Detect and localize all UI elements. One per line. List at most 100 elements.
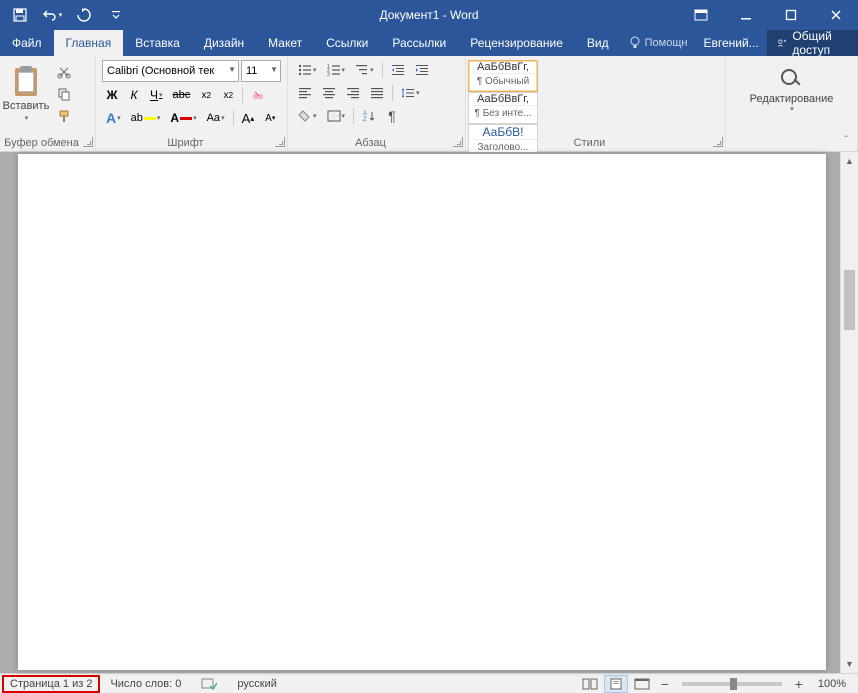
title-bar: ▾ Документ1 - Word [0,0,858,30]
share-button[interactable]: Общий доступ [767,30,858,56]
bullets-button[interactable]: ▾ [294,60,321,80]
group-styles-label: Стили [466,137,713,149]
scroll-down-button[interactable]: ▼ [841,655,858,673]
group-clipboard: Вставить ▾ Буфер обмена [0,56,96,151]
copy-button[interactable] [52,84,76,104]
read-mode-button[interactable] [578,675,602,693]
styles-dialog-launcher[interactable] [713,137,723,147]
tab-home[interactable]: Главная [54,30,124,56]
font-size-value: 11 [246,65,257,77]
vertical-scrollbar: ▲ ▼ [840,152,858,673]
font-color-button[interactable]: A▾ [166,108,200,128]
minimize-button[interactable] [723,0,768,30]
zoom-slider[interactable] [682,682,782,686]
multilevel-list-button[interactable]: ▾ [351,60,378,80]
grow-font-button[interactable]: A▴ [238,108,259,128]
language-status[interactable]: русский [227,674,286,693]
superscript-button[interactable]: x2 [218,85,238,105]
svg-text:3: 3 [327,72,330,76]
font-dialog-launcher[interactable] [275,137,285,147]
zoom-out-button[interactable]: − [656,675,674,693]
align-left-button[interactable] [294,83,316,103]
align-center-button[interactable] [318,83,340,103]
word-count-status[interactable]: Число слов: 0 [100,674,191,693]
style-name: ¶ Обычный [469,73,537,91]
align-right-button[interactable] [342,83,364,103]
strikethrough-button[interactable]: abc [169,85,195,105]
tab-layout[interactable]: Макет [256,30,314,56]
ribbon-display-options-button[interactable] [678,0,723,30]
style-preview: АаБбВвГг, [469,61,537,73]
style-preview: АаБбВвГг, [469,93,537,105]
change-case-button[interactable]: Aa▾ [203,108,229,128]
print-layout-button[interactable] [604,675,628,693]
tell-me-button[interactable]: Помощн [621,30,696,56]
text-effects-button[interactable]: A▾ [102,108,125,128]
editing-label: Редактирование [750,93,834,105]
cut-button[interactable] [52,62,76,82]
show-hide-marks-button[interactable]: ¶ [382,106,402,126]
tab-view[interactable]: Вид [575,30,621,56]
sort-button[interactable]: AZ [358,106,380,126]
paragraph-dialog-launcher[interactable] [453,137,463,147]
web-layout-button[interactable] [630,675,654,693]
paste-label: Вставить [3,100,50,112]
scroll-thumb[interactable] [844,270,855,330]
line-spacing-button[interactable]: ▾ [397,83,424,103]
undo-button[interactable]: ▾ [38,3,66,27]
collapse-ribbon-button[interactable]: ˆ [838,133,854,147]
borders-button[interactable]: ▾ [323,106,350,126]
svg-text:Z: Z [363,117,367,122]
tab-file[interactable]: Файл [0,30,54,56]
justify-button[interactable] [366,83,388,103]
tab-review[interactable]: Рецензирование [458,30,575,56]
maximize-button[interactable] [768,0,813,30]
bold-button[interactable]: Ж [102,85,122,105]
format-painter-button[interactable] [52,106,76,126]
save-button[interactable] [6,3,34,27]
tab-references[interactable]: Ссылки [314,30,380,56]
quick-access-toolbar: ▾ [0,3,130,27]
highlight-button[interactable]: ab▾ [127,108,165,128]
scroll-up-button[interactable]: ▲ [841,152,858,170]
tell-me-label: Помощн [645,37,688,49]
search-icon [779,67,803,91]
window-controls [678,0,858,30]
subscript-button[interactable]: x2 [196,85,216,105]
group-styles: АаБбВвГг, ¶ Обычный АаБбВвГг, ¶ Без инте… [466,56,726,151]
clipboard-dialog-launcher[interactable] [83,137,93,147]
font-name-combo[interactable]: Calibri (Основной тек ▼ [102,60,239,82]
editing-dropdown[interactable]: Редактирование ▾ [741,62,843,118]
zoom-slider-thumb[interactable] [730,678,737,690]
font-size-combo[interactable]: 11 ▼ [241,60,281,82]
account-button[interactable]: Евгений... [695,30,766,56]
decrease-indent-button[interactable] [387,60,409,80]
tab-design[interactable]: Дизайн [192,30,256,56]
numbering-button[interactable]: 123▾ [323,60,350,80]
scroll-track[interactable] [841,170,858,655]
status-bar: Страница 1 из 2 Число слов: 0 русский − … [0,673,858,693]
style-no-spacing[interactable]: АаБбВвГг, ¶ Без инте... [468,92,538,124]
zoom-level[interactable]: 100% [810,678,854,690]
zoom-in-button[interactable]: + [790,675,808,693]
increase-indent-button[interactable] [411,60,433,80]
qat-customize-button[interactable] [102,3,130,27]
redo-button[interactable] [70,3,98,27]
shrink-font-button[interactable]: A▾ [260,108,280,128]
page-number-status[interactable]: Страница 1 из 2 [2,675,100,693]
close-button[interactable] [813,0,858,30]
chevron-down-icon: ▼ [270,65,278,74]
style-normal[interactable]: АаБбВвГг, ¶ Обычный [468,60,538,92]
spellcheck-status[interactable] [191,674,227,693]
clear-formatting-button[interactable] [247,85,271,105]
document-page[interactable] [18,154,826,670]
share-label: Общий доступ [792,29,848,57]
tab-insert[interactable]: Вставка [123,30,192,56]
tab-mailings[interactable]: Рассылки [380,30,458,56]
italic-button[interactable]: К [124,85,144,105]
underline-button[interactable]: Ч▾ [146,85,167,105]
group-font: Calibri (Основной тек ▼ 11 ▼ Ж К Ч▾ abc … [96,56,288,151]
paste-button[interactable]: Вставить ▾ [0,56,52,132]
style-name: ¶ Без инте... [469,105,537,123]
shading-button[interactable]: ▾ [294,106,321,126]
